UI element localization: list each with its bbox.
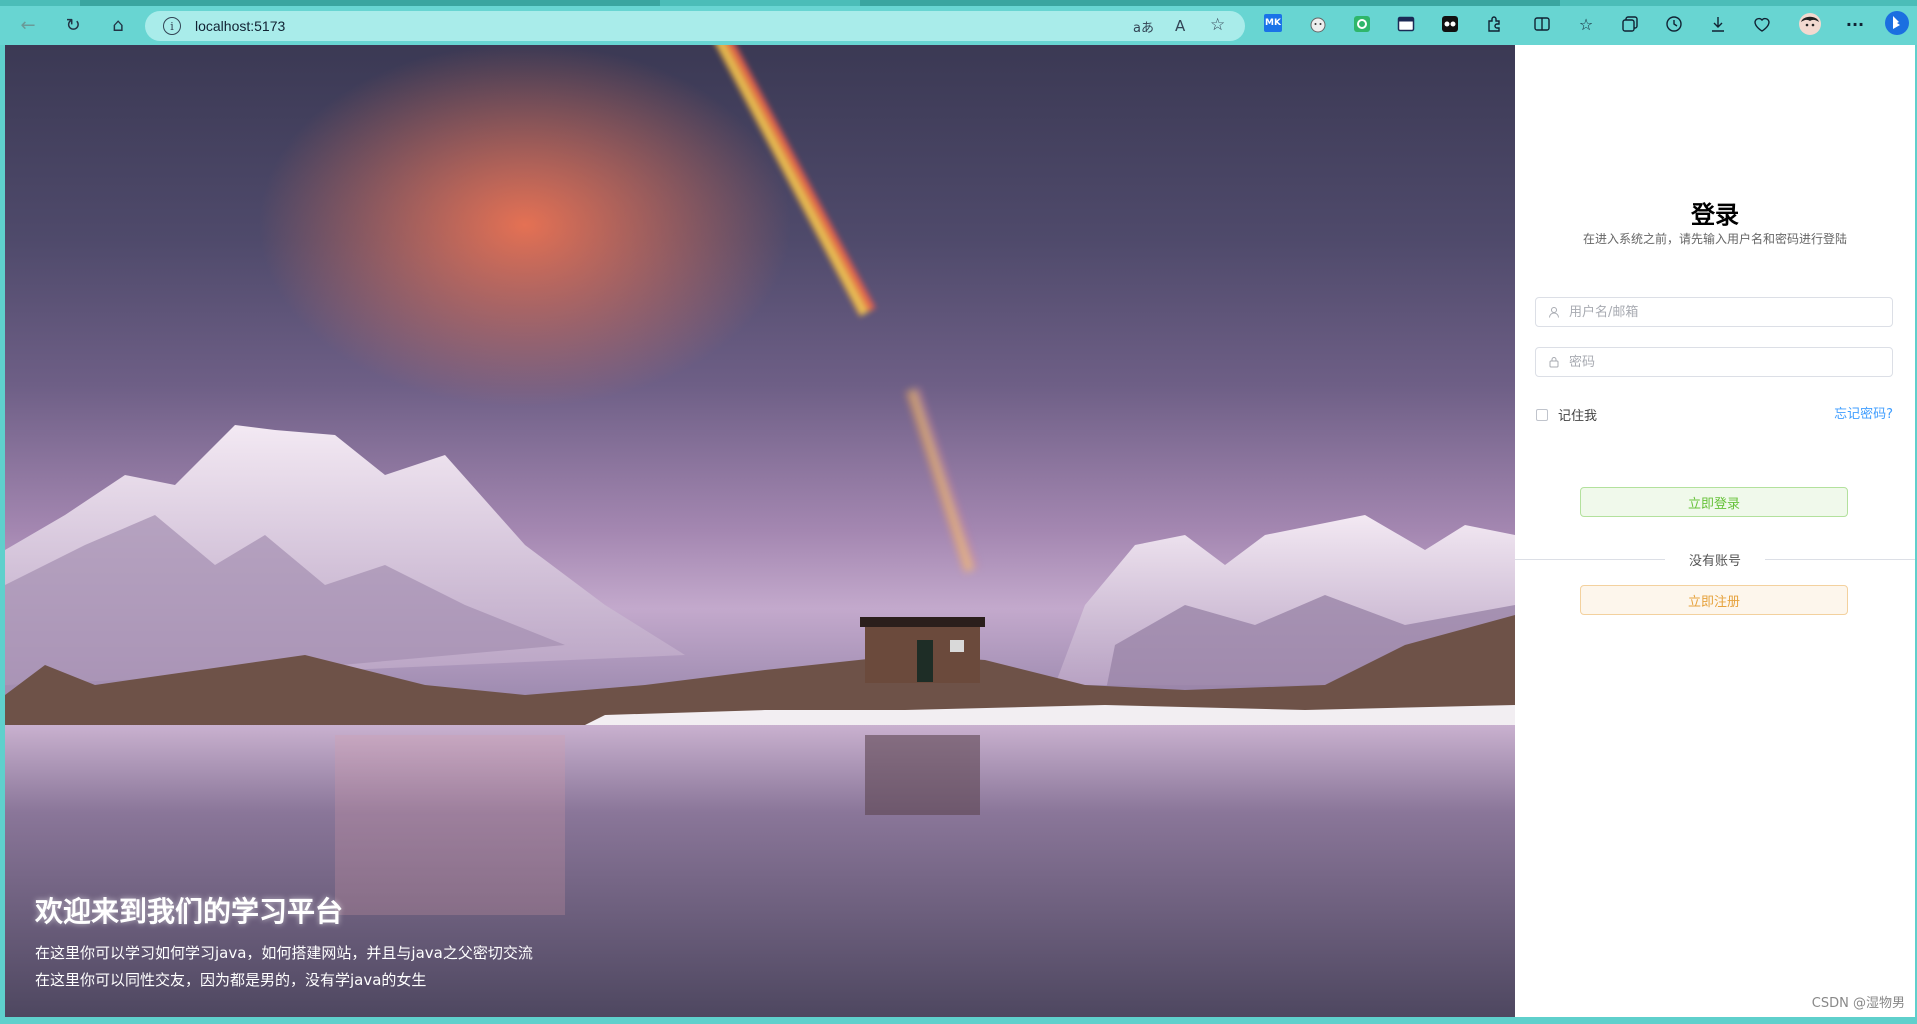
watermark: CSDN @湿物男 <box>1811 996 1905 1011</box>
page-viewport: 欢迎来到我们的学习平台 在这里你可以学习如何学习java，如何搭建网站，并且与j… <box>5 45 1915 1017</box>
password-input[interactable] <box>1567 353 1871 371</box>
username-field[interactable] <box>1535 297 1893 327</box>
password-field[interactable] <box>1535 347 1893 377</box>
login-panel: 登录 在进入系统之前，请先输入用户名和密码进行登陆 记住我 忘记密码? 立即登录… <box>1515 45 1915 1017</box>
hero-landscape-image: 欢迎来到我们的学习平台 在这里你可以学习如何学习java，如何搭建网站，并且与j… <box>5 45 1515 1017</box>
tab-inactive[interactable] <box>860 0 1560 6</box>
history-icon[interactable] <box>1664 14 1684 34</box>
favorite-star-icon[interactable]: ☆ <box>1210 15 1225 35</box>
refresh-icon[interactable]: ↻ <box>58 11 88 39</box>
extension-green-icon[interactable] <box>1352 14 1372 34</box>
hero-title: 欢迎来到我们的学习平台 <box>35 895 344 928</box>
tab-strip <box>0 0 1917 6</box>
register-button[interactable]: 立即注册 <box>1580 585 1848 615</box>
site-info-icon[interactable]: i <box>163 17 181 35</box>
translate-icon[interactable]: aあ <box>1133 17 1154 36</box>
divider-text: 没有账号 <box>1665 550 1765 569</box>
home-icon[interactable]: ⌂ <box>103 11 133 39</box>
extension-mk-icon[interactable]: MK <box>1264 14 1282 32</box>
address-bar[interactable]: i localhost:5173 aあ A ☆ <box>145 11 1245 41</box>
back-icon[interactable]: ← <box>13 11 43 39</box>
browser-toolbar: ← ↻ ⌂ i localhost:5173 aあ A ☆ MK ☆ ··· <box>0 0 1917 45</box>
browser-essentials-icon[interactable] <box>1752 14 1772 34</box>
remember-label[interactable]: 记住我 <box>1558 405 1597 424</box>
hero-description-line: 在这里你可以学习如何学习java，如何搭建网站，并且与java之父密切交流 <box>35 944 533 962</box>
login-subtitle: 在进入系统之前，请先输入用户名和密码进行登陆 <box>1582 232 1847 246</box>
login-button[interactable]: 立即登录 <box>1580 487 1848 517</box>
downloads-icon[interactable] <box>1708 14 1728 34</box>
extension-cat-icon[interactable] <box>1308 14 1328 34</box>
user-icon <box>1547 305 1561 319</box>
login-title: 登录 <box>1691 201 1739 229</box>
extensions-icon[interactable] <box>1484 14 1504 34</box>
url-text[interactable]: localhost:5173 <box>195 18 285 34</box>
window-frame <box>0 1017 1917 1024</box>
mountain-lake-scene <box>5 425 1515 1017</box>
profile-avatar-icon[interactable] <box>1798 12 1822 36</box>
extension-window-icon[interactable] <box>1396 14 1416 34</box>
split-screen-icon[interactable] <box>1532 14 1552 34</box>
extension-panda-icon[interactable] <box>1440 14 1460 34</box>
username-input[interactable] <box>1567 303 1871 321</box>
lock-icon <box>1547 355 1561 369</box>
favorites-icon[interactable]: ☆ <box>1576 14 1596 34</box>
tab-inactive[interactable] <box>80 0 660 6</box>
forgot-password-link[interactable]: 忘记密码? <box>1834 403 1893 422</box>
remember-checkbox[interactable] <box>1536 408 1548 421</box>
remember-me[interactable]: 记住我 <box>1536 405 1597 424</box>
more-icon[interactable]: ··· <box>1845 14 1865 34</box>
read-aloud-icon[interactable]: A <box>1175 17 1185 35</box>
bing-icon[interactable] <box>1884 10 1910 36</box>
collections-icon[interactable] <box>1620 14 1640 34</box>
hero-description-line: 在这里你可以同性交友，因为都是男的，没有学java的女生 <box>35 971 427 989</box>
